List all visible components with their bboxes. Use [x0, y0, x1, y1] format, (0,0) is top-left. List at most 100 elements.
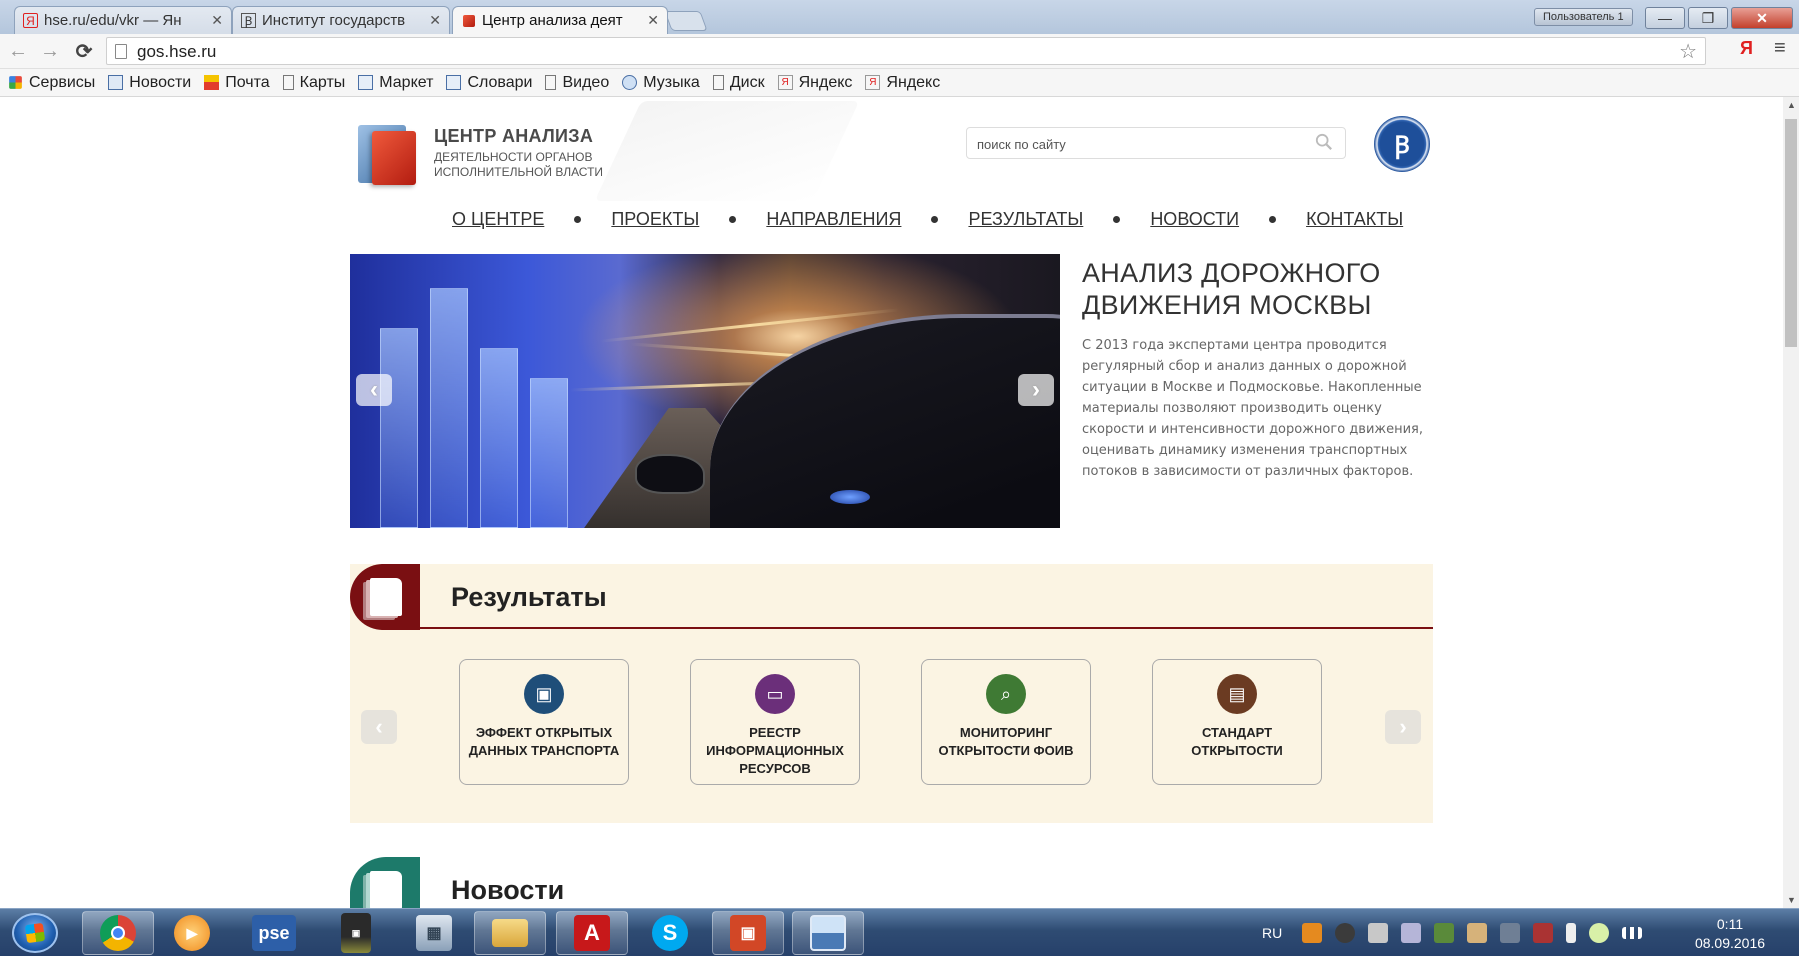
bookmark-music[interactable]: Музыка [622, 74, 700, 92]
result-card-standard[interactable]: ▤ СТАНДАРТ ОТКРЫТОСТИ [1152, 659, 1322, 785]
picture-viewer-taskbar-app[interactable] [792, 911, 864, 955]
hero-prev-button[interactable]: ‹ [356, 374, 392, 406]
page-icon [115, 44, 127, 59]
scroll-up-icon[interactable]: ▲ [1787, 100, 1796, 110]
book-icon [370, 578, 402, 616]
hero-image-detail [830, 490, 870, 504]
start-button[interactable] [12, 913, 58, 953]
tray-app-icon[interactable] [1368, 923, 1389, 943]
hero-slider[interactable]: ‹ › [350, 254, 1060, 528]
close-tab-icon[interactable]: ✕ [429, 12, 441, 29]
chevron-left-icon: ‹ [370, 376, 378, 403]
chrome-taskbar-app[interactable] [82, 911, 154, 955]
skype-taskbar-app[interactable]: S [634, 911, 706, 955]
nav-projects[interactable]: ПРОЕКТЫ [611, 209, 699, 230]
address-bar[interactable]: gos.hse.ru ☆ [106, 37, 1706, 65]
system-clock[interactable]: 0:11 08.09.2016 [1690, 915, 1770, 953]
bookmark-video[interactable]: Видео [545, 74, 609, 92]
tab-center-analysis[interactable]: Центр анализа деят ✕ [452, 6, 668, 34]
bookmark-yandex-1[interactable]: Я Яндекс [777, 74, 852, 92]
tray-app-icon[interactable] [1467, 923, 1488, 943]
bookmark-market[interactable]: Маркет [358, 74, 433, 92]
mail-icon [204, 75, 220, 90]
close-window-button[interactable]: ✕ [1731, 7, 1793, 29]
logo-title: ЦЕНТР АНАЛИЗА [434, 126, 594, 146]
acrobat-taskbar-app[interactable]: A [556, 911, 628, 955]
bookmark-maps[interactable]: Карты [282, 73, 346, 92]
hero-next-button[interactable]: › [1018, 374, 1054, 406]
dolby-taskbar-app[interactable]: ▣ [320, 911, 392, 955]
nav-contacts[interactable]: КОНТАКТЫ [1306, 209, 1403, 230]
nav-results[interactable]: РЕЗУЛЬТАТЫ [968, 209, 1083, 230]
new-tab-button[interactable] [664, 11, 708, 31]
hero-image-detail [430, 288, 468, 528]
powerpoint-taskbar-app[interactable]: ▣ [712, 911, 784, 955]
dolby-icon: ▣ [341, 913, 371, 953]
hse-seal-logo[interactable]: Ꞵ [1374, 116, 1430, 172]
news-title: Новости [451, 875, 565, 905]
tray-app-icon[interactable] [1434, 923, 1455, 943]
tray-app-icon[interactable] [1302, 923, 1323, 943]
bookmark-label: Маркет [379, 73, 434, 91]
language-indicator[interactable]: RU [1262, 925, 1282, 941]
nav-separator [1269, 215, 1277, 223]
tab-hse-vkr[interactable]: Я hse.ru/edu/vkr — Ян ✕ [14, 6, 232, 34]
scroll-down-icon[interactable]: ▼ [1787, 895, 1796, 905]
url-text[interactable]: gos.hse.ru [137, 42, 216, 62]
bookmark-label: Почта [225, 73, 270, 91]
network-icon[interactable] [1622, 927, 1643, 939]
site-search-box[interactable] [966, 127, 1346, 159]
tab-institute[interactable]: Ꞵ Институт государств ✕ [232, 6, 450, 34]
bookmark-mail[interactable]: Почта [204, 73, 270, 92]
pse-taskbar-app[interactable]: pse [238, 911, 310, 955]
result-card-label: ЭФФЕКТ ОТКРЫТЫХ ДАННЫХ ТРАНСПОРТА [468, 725, 620, 758]
search-icon[interactable] [1315, 133, 1333, 151]
scrollbar-thumb[interactable] [1785, 119, 1797, 347]
windows-logo-icon [24, 922, 46, 944]
bookmark-news[interactable]: Новости [108, 74, 191, 92]
result-card-registry[interactable]: ▭ РЕЕСТР ИНФОРМАЦИОННЫХ РЕСУРСОВ [690, 659, 860, 785]
results-next-button[interactable]: › [1385, 710, 1421, 744]
results-prev-button[interactable]: ‹ [361, 710, 397, 744]
tray-app-icon[interactable] [1533, 923, 1554, 943]
yandex-icon: Я [23, 13, 38, 28]
page-scrollbar[interactable]: ▲ ▼ [1783, 97, 1799, 908]
results-title: Результаты [451, 582, 607, 612]
bookmark-disk[interactable]: Диск [712, 73, 765, 92]
nav-about[interactable]: О ЦЕНТРЕ [452, 209, 544, 230]
tray-app-icon[interactable] [1589, 923, 1610, 943]
bookmark-star-icon[interactable]: ☆ [1679, 39, 1697, 64]
site-search-input[interactable] [977, 134, 1297, 154]
site-logo[interactable]: ЦЕНТР АНАЛИЗА ДЕЯТЕЛЬНОСТИ ОРГАНОВ ИСПОЛ… [358, 121, 628, 191]
result-card-monitoring[interactable]: ⌕ МОНИТОРИНГ ОТКРЫТОСТИ ФОИВ [921, 659, 1091, 785]
back-button[interactable]: ← [6, 39, 30, 63]
media-player-taskbar-app[interactable]: ▶ [156, 911, 228, 955]
user-profile-badge[interactable]: Пользователь 1 [1534, 8, 1633, 26]
tray-app-icon[interactable] [1335, 923, 1356, 943]
forward-button[interactable]: → [38, 39, 62, 63]
bookmark-yandex-2[interactable]: Я Яндекс [865, 74, 940, 92]
close-tab-icon[interactable]: ✕ [647, 12, 659, 29]
bookmark-label: Диск [729, 73, 765, 91]
bookmark-label: Карты [299, 73, 346, 91]
hero-image-detail [530, 378, 568, 528]
bookmark-services[interactable]: Сервисы [8, 74, 95, 92]
explorer-taskbar-app[interactable] [474, 911, 546, 955]
bookmark-dictionaries[interactable]: Словари [446, 74, 532, 92]
logo-subtitle-line: ДЕЯТЕЛЬНОСТИ ОРГАНОВ [434, 150, 593, 164]
nav-separator [574, 215, 582, 223]
hero-title[interactable]: АНАЛИЗ ДОРОЖНОГО ДВИЖЕНИЯ МОСКВЫ [1082, 257, 1432, 321]
nav-directions[interactable]: НАПРАВЛЕНИЯ [766, 209, 901, 230]
maximize-button[interactable]: ❐ [1688, 7, 1728, 29]
result-card-transport-data[interactable]: ▣ ЭФФЕКТ ОТКРЫТЫХ ДАННЫХ ТРАНСПОРТА [459, 659, 629, 785]
tray-app-icon[interactable] [1500, 923, 1521, 943]
minimize-button[interactable]: — [1645, 7, 1685, 29]
close-tab-icon[interactable]: ✕ [211, 12, 223, 29]
yandex-button[interactable]: Я [1740, 38, 1753, 59]
volume-icon[interactable] [1566, 923, 1577, 943]
browser-menu-button[interactable]: ≡ [1774, 37, 1786, 60]
nav-news[interactable]: НОВОСТИ [1150, 209, 1239, 230]
calculator-taskbar-app[interactable]: ▦ [398, 911, 470, 955]
reload-button[interactable]: ⟳ [72, 39, 96, 63]
tray-app-icon[interactable] [1401, 923, 1422, 943]
